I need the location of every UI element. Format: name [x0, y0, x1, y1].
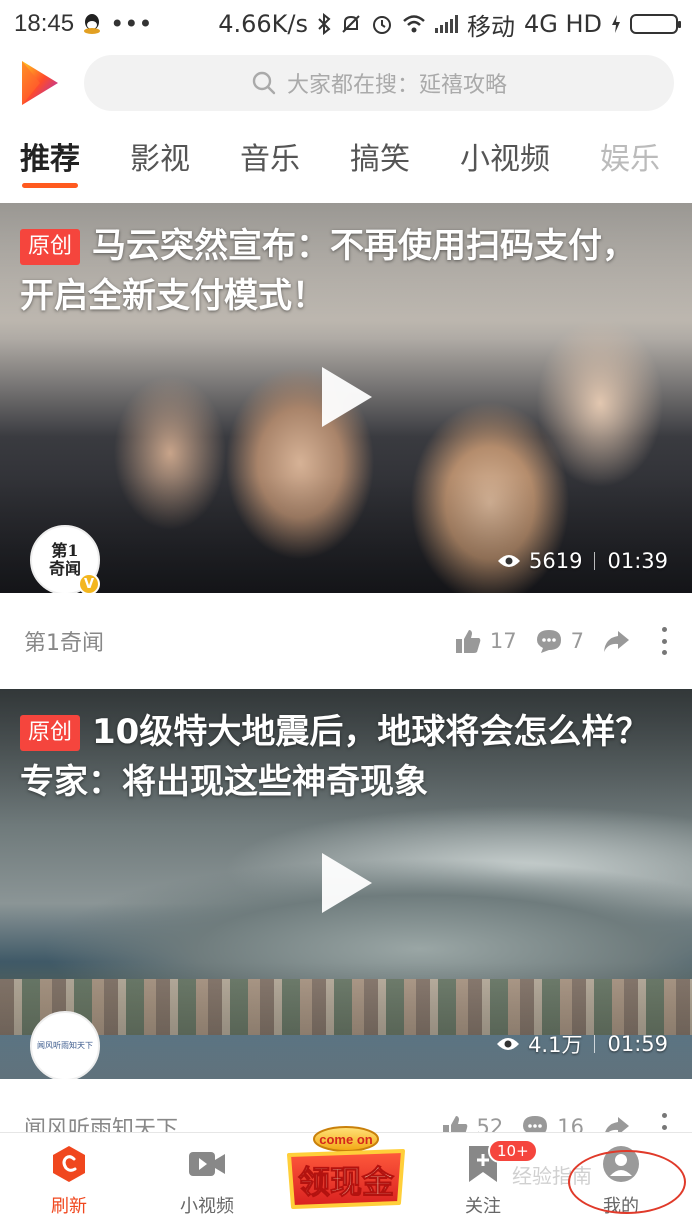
view-count: 5619	[529, 549, 583, 573]
play-icon[interactable]	[318, 851, 374, 915]
bottom-nav: 刷新 小视频 关注 10+ 我的 come on 领现金	[0, 1126, 692, 1230]
video-title[interactable]: 原创 10级特大地震后，地球将会怎么样？专家：将出现这些神奇现象	[20, 707, 662, 807]
nav-follow[interactable]: 关注 10+	[414, 1133, 552, 1230]
app-logo-icon[interactable]	[18, 57, 62, 109]
search-icon	[252, 71, 276, 95]
video-stats: 5619 01:39	[497, 549, 668, 573]
tab-music[interactable]: 音乐	[240, 128, 300, 192]
carrier-name: 移动	[466, 12, 515, 41]
nav-short-video[interactable]: 小视频	[138, 1133, 276, 1230]
author-name[interactable]: 第1奇闻	[24, 625, 104, 657]
eye-icon	[498, 555, 521, 567]
alarm-icon	[371, 13, 393, 35]
video-camera-icon	[189, 1152, 225, 1176]
user-icon	[603, 1146, 639, 1182]
network-type: 4G HD	[523, 10, 602, 38]
author-avatar[interactable]: 闻风听雨知天下	[30, 1011, 100, 1079]
follow-notification-badge: 10+	[488, 1139, 538, 1163]
tab-entertainment[interactable]: 娱乐	[600, 128, 660, 192]
nav-refresh[interactable]: 刷新	[0, 1133, 138, 1230]
thumbs-up-icon	[455, 630, 481, 653]
refresh-icon	[53, 1146, 85, 1182]
cash-reward-button[interactable]: come on 领现金	[281, 1117, 411, 1227]
bluetooth-icon	[317, 13, 331, 35]
video-thumbnail[interactable]: 原创 马云突然宣布：不再使用扫码支付，开启全新支付模式！ 5619 01:39 第…	[0, 203, 692, 593]
avatar-text: 第1 奇闻	[48, 541, 81, 578]
video-duration: 01:39	[607, 549, 668, 573]
eye-icon	[497, 1038, 520, 1050]
status-time: 18:45	[14, 10, 75, 37]
nav-mine[interactable]: 我的	[552, 1133, 690, 1230]
battery-icon	[630, 14, 681, 34]
avatar-text: 闻风听雨知天下	[37, 1041, 93, 1050]
original-badge: 原创	[20, 715, 81, 751]
video-card[interactable]: 原创 10级特大地震后，地球将会怎么样？专家：将出现这些神奇现象 4.1万 01:…	[0, 689, 692, 1175]
video-stats: 4.1万 01:59	[496, 1029, 668, 1059]
author-avatar[interactable]: 第1 奇闻 V	[30, 525, 100, 593]
status-more-dots: •••	[110, 10, 153, 38]
video-meta: 第1奇闻 17 7	[0, 593, 692, 689]
play-icon[interactable]	[318, 365, 374, 429]
video-title[interactable]: 原创 马云突然宣布：不再使用扫码支付，开启全新支付模式！	[20, 221, 662, 321]
verified-badge: V	[78, 573, 100, 593]
video-thumbnail[interactable]: 原创 10级特大地震后，地球将会怎么样？专家：将出现这些神奇现象 4.1万 01:…	[0, 689, 692, 1079]
status-bar: 18:45 ••• 4.66K/s 移动 4G HD	[0, 0, 692, 48]
view-count: 4.1万	[528, 1033, 583, 1057]
video-duration: 01:59	[607, 1032, 668, 1056]
charging-icon	[611, 15, 621, 33]
more-options-icon[interactable]	[660, 627, 668, 655]
cash-tagline: come on	[319, 1132, 373, 1147]
comment-button[interactable]: 7	[535, 627, 584, 655]
video-card[interactable]: 原创 马云突然宣布：不再使用扫码支付，开启全新支付模式！ 5619 01:39 第…	[0, 203, 692, 689]
wifi-icon	[402, 14, 426, 34]
category-tabs: 推荐 影视 音乐 搞笑 小视频 娱乐	[0, 128, 692, 198]
signal-icon	[434, 15, 458, 33]
tab-funny[interactable]: 搞笑	[350, 128, 410, 192]
share-icon	[604, 631, 629, 652]
search-bar[interactable]: 大家都在搜：延禧攻略	[84, 55, 674, 111]
like-button[interactable]: 17	[454, 627, 517, 655]
network-speed: 4.66K/s	[218, 10, 308, 38]
search-placeholder: 大家都在搜：延禧攻略	[286, 73, 507, 98]
mute-icon	[340, 13, 362, 35]
tab-recommend[interactable]: 推荐	[20, 128, 80, 192]
tab-short-video[interactable]: 小视频	[460, 128, 550, 192]
share-button[interactable]	[602, 627, 630, 655]
app-header: 大家都在搜：延禧攻略	[0, 52, 692, 114]
tab-film[interactable]: 影视	[130, 128, 190, 192]
comment-icon	[536, 630, 561, 653]
original-badge: 原创	[20, 229, 81, 265]
cash-label: 领现金	[298, 1163, 395, 1201]
qq-icon	[82, 13, 102, 35]
